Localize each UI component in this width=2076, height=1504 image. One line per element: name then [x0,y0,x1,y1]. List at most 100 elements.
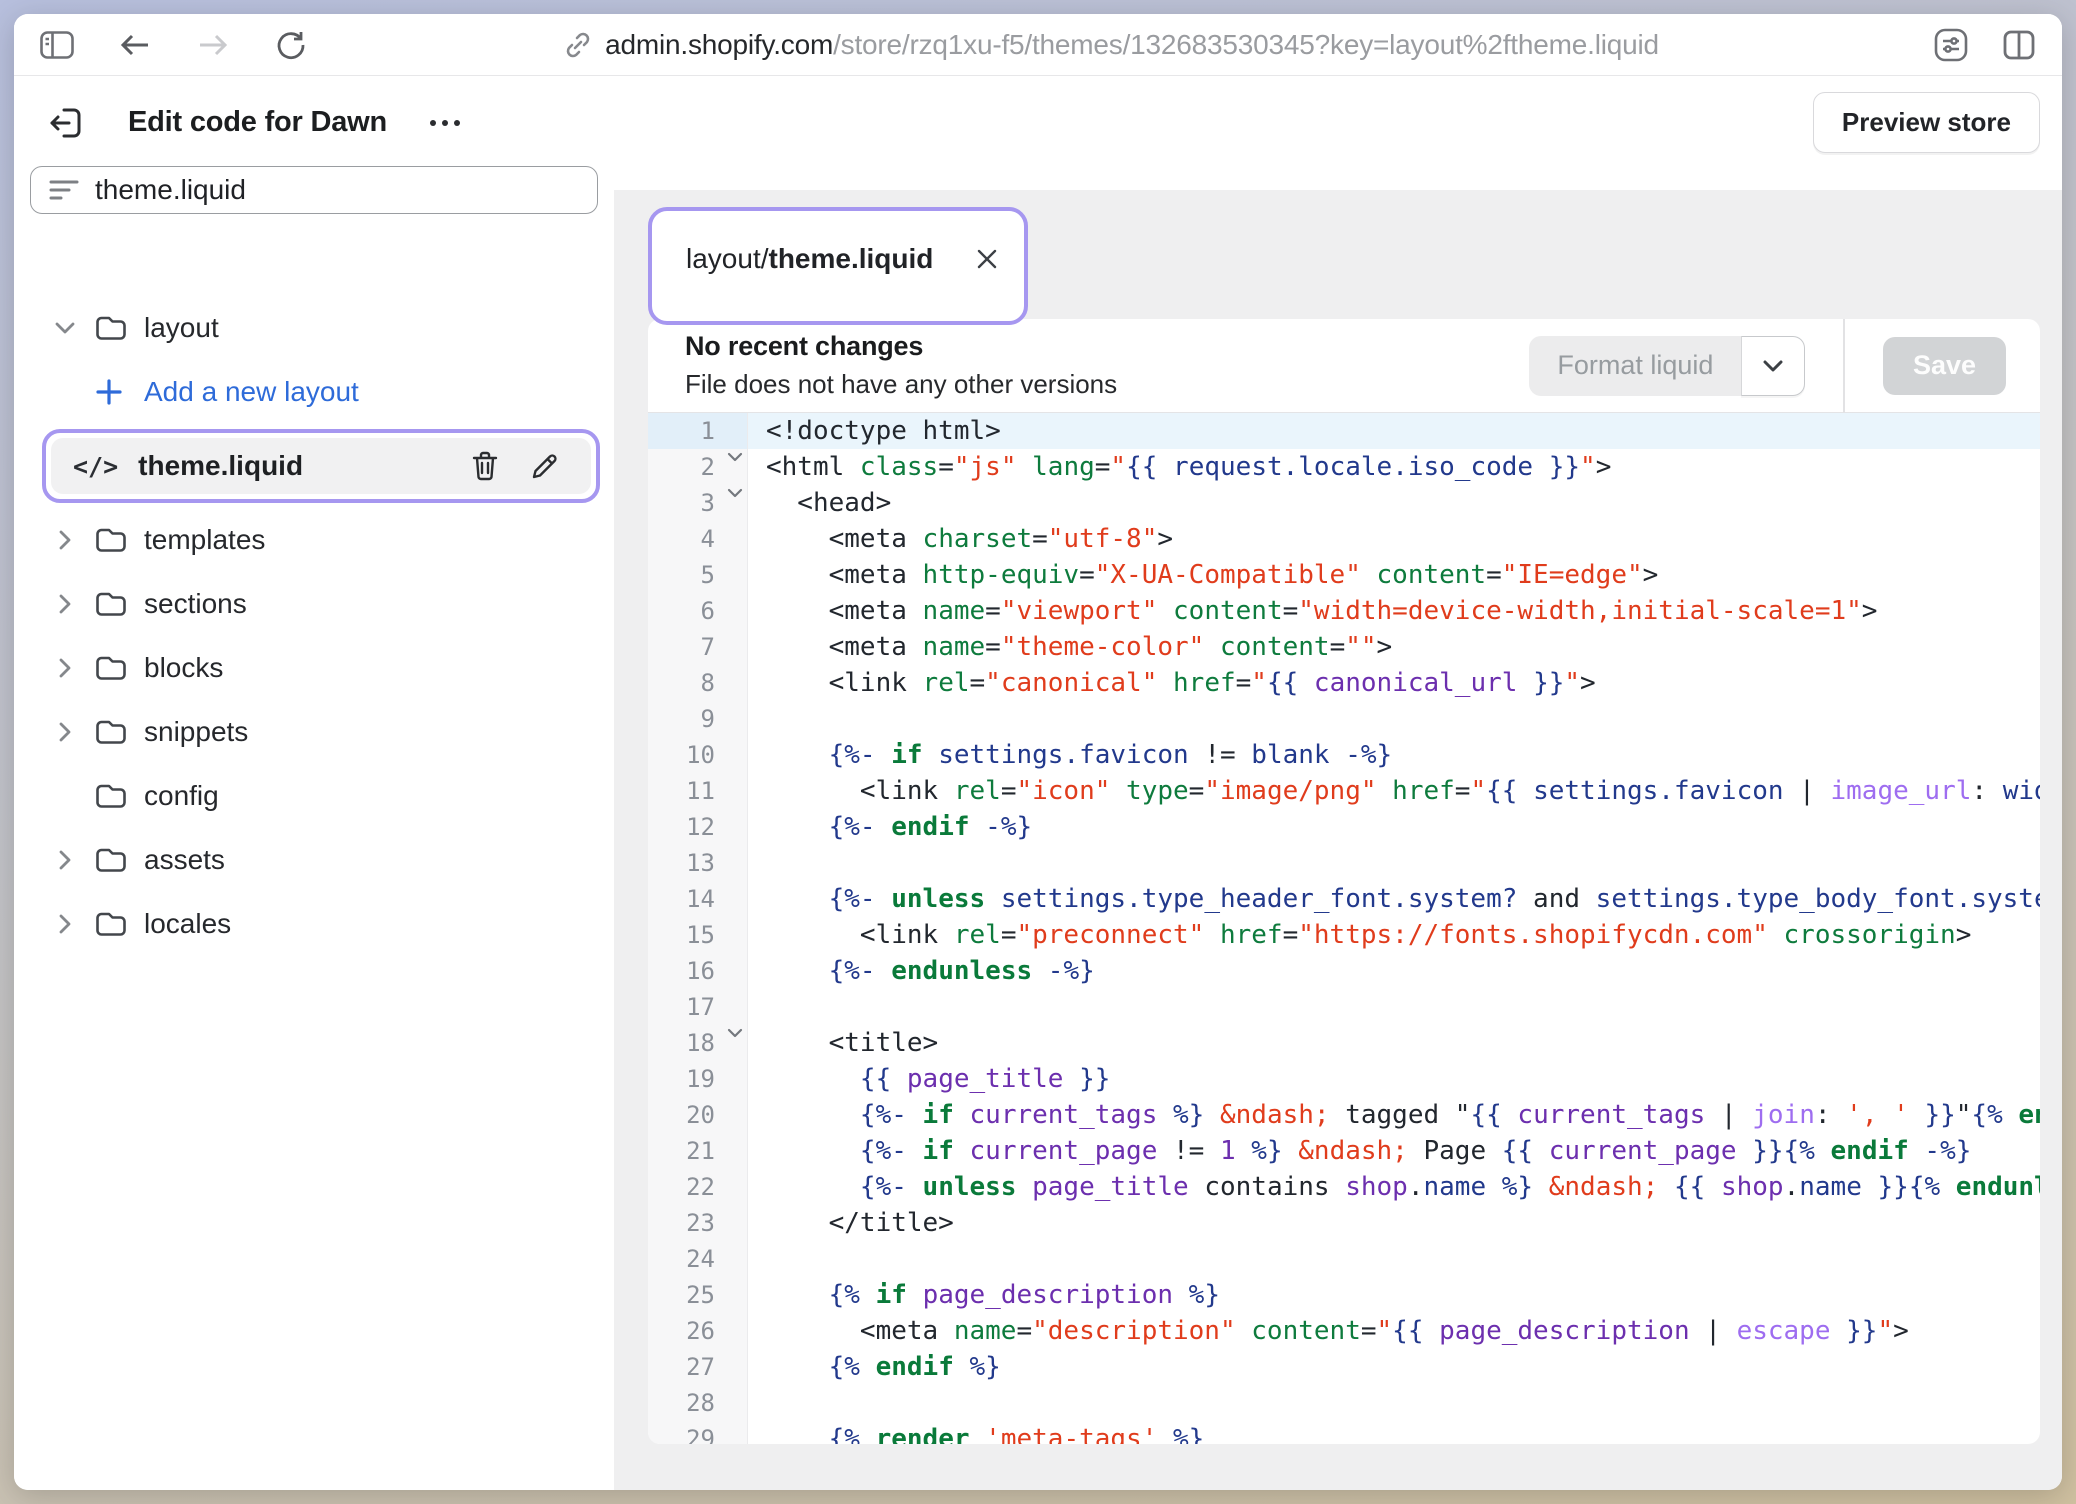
line-number: 18 [648,1025,748,1061]
code-line-text[interactable]: {% if page_description %} [748,1277,2040,1313]
close-tab-icon[interactable] [975,242,999,276]
tab-theme-liquid[interactable]: layout/theme.liquid [660,219,1016,313]
code-line-text[interactable] [748,701,2040,737]
line-number: 15 [648,917,748,953]
line-number: 29 [648,1421,748,1444]
tab-file-label: theme.liquid [769,243,934,275]
code-line-text[interactable]: {% render 'meta-tags' %} [748,1421,2040,1444]
sidebar-item-locales[interactable]: locales [14,892,614,956]
url-bar[interactable]: admin.shopify.com/store/rzq1xu-f5/themes… [308,29,1914,61]
code-line: 1<!doctype html> [648,413,2040,449]
split-view-icon[interactable] [2002,28,2036,62]
line-number: 2 [648,449,748,485]
add-layout-label: Add a new layout [144,376,359,408]
code-line-text[interactable]: <link rel="icon" type="image/png" href="… [748,773,2040,809]
folder-icon [94,315,128,341]
page-settings-icon[interactable] [1934,28,1968,62]
code-line-text[interactable]: <head> [748,485,2040,521]
chevron-right-icon[interactable] [52,913,78,935]
code-line: 3 <head> [648,485,2040,521]
version-subtitle: File does not have any other versions [685,369,1117,400]
line-number: 20 [648,1097,748,1133]
chevron-right-icon[interactable] [52,529,78,551]
exit-editor-icon[interactable] [44,101,88,145]
code-line-text[interactable]: {%- if current_tags %} &ndash; tagged "{… [748,1097,2040,1133]
line-number: 9 [648,701,748,737]
chevron-down-icon[interactable] [52,321,78,335]
sidebar-item-layout[interactable]: layout [14,296,614,360]
code-line: 12 {%- endif -%} [648,809,2040,845]
code-file-icon: </> [73,452,118,481]
link-icon [563,30,593,60]
code-line: 4 <meta charset="utf-8"> [648,521,2040,557]
code-editor[interactable]: 1<!doctype html>2<html class="js" lang="… [648,413,2040,1444]
code-line-text[interactable]: {%- unless page_title contains shop.name… [748,1169,2040,1205]
code-line-text[interactable]: {% endif %} [748,1349,2040,1385]
code-line-text[interactable] [748,845,2040,881]
code-line-text[interactable]: <meta name="description" content="{{ pag… [748,1313,2040,1349]
line-number: 16 [648,953,748,989]
line-number: 1 [648,413,748,449]
fold-toggle-icon[interactable] [727,452,743,463]
sidebar-item-config[interactable]: config [14,764,614,828]
save-button[interactable]: Save [1883,337,2006,395]
sidebar-item-sections[interactable]: sections [14,572,614,636]
code-line-text[interactable]: </title> [748,1205,2040,1241]
code-line-text[interactable] [748,1241,2040,1277]
code-line: 18 <title> [648,1025,2040,1061]
code-line-text[interactable]: {%- if current_page != 1 %} &ndash; Page… [748,1133,2040,1169]
line-number: 25 [648,1277,748,1313]
code-line-text[interactable]: {%- endunless -%} [748,953,2040,989]
chevron-right-icon[interactable] [52,849,78,871]
code-line-text[interactable]: <meta http-equiv="X-UA-Compatible" conte… [748,557,2040,593]
chevron-right-icon[interactable] [52,657,78,679]
back-icon[interactable] [118,28,152,62]
code-line: 14 {%- unless settings.type_header_font.… [648,881,2040,917]
plus-icon [96,379,122,405]
delete-file-icon[interactable] [465,446,505,486]
line-number: 19 [648,1061,748,1097]
more-actions-icon[interactable] [425,101,465,145]
format-liquid-dropdown[interactable] [1741,336,1805,396]
forward-icon[interactable] [196,28,230,62]
code-line-text[interactable] [748,1385,2040,1421]
code-line-text[interactable]: {{ page_title }} [748,1061,2040,1097]
code-line-text[interactable]: <meta name="viewport" content="width=dev… [748,593,2040,629]
preview-store-button[interactable]: Preview store [1813,92,2040,153]
code-line-text[interactable]: <link rel="preconnect" href="https://fon… [748,917,2040,953]
code-line-text[interactable]: <title> [748,1025,2040,1061]
code-line-text[interactable]: <meta charset="utf-8"> [748,521,2040,557]
fold-toggle-icon[interactable] [727,488,743,499]
sidebar-item-theme-liquid[interactable]: </>theme.liquid [51,438,591,494]
version-bar: No recent changes File does not have any… [648,319,2040,413]
file-filter-box[interactable] [30,166,598,214]
fold-toggle-icon[interactable] [727,1028,743,1039]
code-line: 26 <meta name="description" content="{{ … [648,1313,2040,1349]
code-line-text[interactable]: <!doctype html> [748,413,2040,449]
line-number: 22 [648,1169,748,1205]
sidebar-add-new-layout[interactable]: Add a new layout [14,360,614,424]
sidebar-item-assets[interactable]: assets [14,828,614,892]
sidebar-item-templates[interactable]: templates [14,508,614,572]
code-line-text[interactable]: <meta name="theme-color" content=""> [748,629,2040,665]
code-line-text[interactable] [748,989,2040,1025]
code-line: 6 <meta name="viewport" content="width=d… [648,593,2040,629]
folder-label: locales [144,908,231,940]
code-line-text[interactable]: {%- endif -%} [748,809,2040,845]
reload-icon[interactable] [274,28,308,62]
code-line-text[interactable]: {%- unless settings.type_header_font.sys… [748,881,2040,917]
rename-file-icon[interactable] [525,446,565,486]
code-line-text[interactable]: <link rel="canonical" href="{{ canonical… [748,665,2040,701]
line-number: 21 [648,1133,748,1169]
file-filter-input[interactable] [95,174,579,206]
format-liquid-button[interactable]: Format liquid [1529,336,1741,396]
line-number: 24 [648,1241,748,1277]
sidebar-toggle-icon[interactable] [40,28,74,62]
code-line-text[interactable]: {%- if settings.favicon != blank -%} [748,737,2040,773]
sidebar-item-snippets[interactable]: snippets [14,700,614,764]
sidebar-item-blocks[interactable]: blocks [14,636,614,700]
chevron-right-icon[interactable] [52,721,78,743]
code-line: 16 {%- endunless -%} [648,953,2040,989]
code-line-text[interactable]: <html class="js" lang="{{ request.locale… [748,449,2040,485]
chevron-right-icon[interactable] [52,593,78,615]
